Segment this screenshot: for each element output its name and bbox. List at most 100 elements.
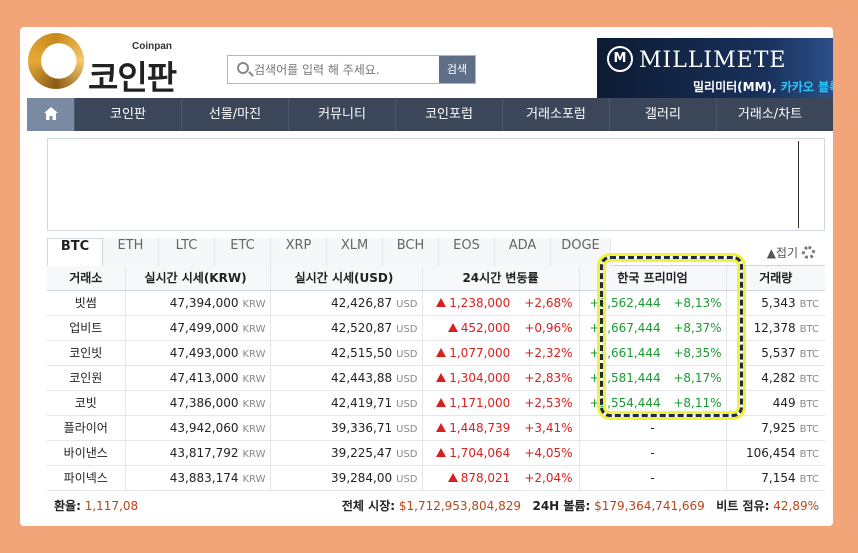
change-cell: 1,171,000 +2,53%: [421, 390, 579, 416]
tab-eth[interactable]: ETH: [103, 238, 159, 266]
unit-krw: KRW: [242, 373, 266, 385]
ad-banner[interactable]: M MILLIMETE 밀리미터(MM), 카카오 블록: [597, 38, 833, 98]
change-percent: +2,53%: [524, 395, 573, 410]
dom-value: 42,89%: [773, 499, 819, 513]
table-row[interactable]: 바이낸스 43,817,792 KRW 39,225,47 USD 1,704,064 +4…: [47, 440, 825, 466]
change-value: 1,171,000: [449, 395, 511, 410]
price-krw: 47,493,000 KRW: [124, 340, 270, 366]
exchange-name[interactable]: 업비트: [47, 315, 125, 341]
change-value: 1,704,064: [449, 445, 511, 460]
price-usd-value: 42,419,71: [331, 395, 393, 410]
unit-usd: USD: [396, 373, 418, 385]
price-usd: 42,443,88 USD: [269, 365, 422, 391]
volume-value: 5,537: [761, 345, 796, 360]
volume-cell: 7,154 BTC: [725, 465, 825, 491]
change-amount: 1,448,739: [429, 421, 525, 435]
change-cell: 1,238,000 +2,68%: [421, 290, 579, 316]
fx-label: 환율:: [54, 499, 81, 513]
price-usd-value: 42,443,88: [331, 370, 393, 385]
price-usd-value: 42,426,87: [331, 295, 393, 310]
price-krw-value: 43,883,174: [169, 470, 239, 485]
change-percent: +0,96%: [524, 320, 573, 335]
vol-label: 24H 볼륨:: [532, 499, 591, 513]
nav-item-exchange-forum[interactable]: 거래소포럼: [502, 98, 609, 131]
premium-cell: -: [578, 440, 726, 466]
price-usd: 42,520,87 USD: [269, 315, 422, 341]
unit-btc: BTC: [799, 373, 819, 385]
search-box: 검색: [227, 55, 476, 84]
unit-krw: KRW: [242, 298, 266, 310]
nav-item-community[interactable]: 커뮤니티: [288, 98, 395, 131]
tab-xrp[interactable]: XRP: [271, 238, 327, 266]
exchange-name[interactable]: 코빗: [47, 390, 125, 416]
unit-usd: USD: [396, 473, 418, 485]
fx-value: 1,117,08: [84, 499, 139, 513]
exchange-name[interactable]: 코인빗: [47, 340, 125, 366]
price-usd-value: 42,520,87: [331, 320, 393, 335]
price-krw: 43,817,792 KRW: [124, 440, 270, 466]
price-usd: 42,426,87 USD: [269, 290, 422, 316]
premium-highlight: [600, 256, 743, 417]
tab-xlm[interactable]: XLM: [327, 238, 383, 266]
tab-bch[interactable]: BCH: [383, 238, 439, 266]
exchange-name[interactable]: 파이넥스: [47, 465, 125, 491]
millimeter-logo-icon: M: [607, 46, 633, 72]
unit-krw: KRW: [242, 348, 266, 360]
tab-ltc[interactable]: LTC: [159, 238, 215, 266]
change-cell: 1,704,064 +4,05%: [421, 440, 579, 466]
unit-usd: USD: [396, 423, 418, 435]
change-percent: +3,41%: [524, 420, 573, 435]
change-amount: 1,238,000: [429, 296, 525, 310]
price-usd: 42,515,50 USD: [269, 340, 422, 366]
price-usd-value: 39,284,00: [331, 470, 393, 485]
unit-krw: KRW: [242, 473, 266, 485]
vol-value: $179,364,741,669: [594, 499, 705, 513]
ad-placeholder: [47, 138, 825, 231]
volume-value: 106,454: [746, 445, 796, 460]
site-logo[interactable]: Coinpan 코인판: [28, 33, 208, 97]
table-row[interactable]: 파이넥스 43,883,174 KRW 39,284,00 USD 878,021 +2,0…: [47, 465, 825, 491]
change-cell: 452,000 +0,96%: [421, 315, 579, 341]
gear-icon[interactable]: [802, 246, 815, 259]
nav-home-button[interactable]: [27, 98, 74, 131]
up-triangle-icon: [436, 397, 447, 407]
nav-item-futures[interactable]: 선물/마진: [181, 98, 288, 131]
volume-value: 4,282: [761, 370, 796, 385]
table-row[interactable]: 플라이어 43,942,060 KRW 39,336,71 USD 1,448,739 +3…: [47, 415, 825, 441]
tab-btc[interactable]: BTC: [47, 238, 103, 266]
price-krw-value: 43,942,060: [169, 420, 239, 435]
search-button[interactable]: 검색: [439, 56, 475, 83]
unit-btc: BTC: [799, 448, 819, 460]
price-krw: 47,499,000 KRW: [124, 315, 270, 341]
change-amount: 878,021: [429, 471, 525, 485]
price-usd-value: 42,515,50: [331, 345, 393, 360]
change-amount: 1,171,000: [429, 396, 525, 410]
change-cell: 878,021 +2,04%: [421, 465, 579, 491]
up-triangle-icon: [436, 447, 447, 457]
price-krw-value: 47,499,000: [169, 320, 239, 335]
search-input[interactable]: [254, 56, 442, 83]
price-usd: 39,336,71 USD: [269, 415, 422, 441]
nav-item-gallery[interactable]: 갤러리: [609, 98, 716, 131]
tab-ada[interactable]: ADA: [495, 238, 551, 266]
logo-coin-icon: [28, 33, 84, 89]
tab-etc[interactable]: ETC: [215, 238, 271, 266]
price-usd-value: 39,336,71: [331, 420, 393, 435]
change-amount: 1,077,000: [429, 346, 525, 360]
price-krw-value: 47,413,000: [169, 370, 239, 385]
exchange-name[interactable]: 바이낸스: [47, 440, 125, 466]
exchange-name[interactable]: 플라이어: [47, 415, 125, 441]
market-stats: 전체 시장: $1,712,953,804,829 24H 볼륨: $179,3…: [342, 497, 819, 514]
nav-item-exchange-chart[interactable]: 거래소/차트: [716, 98, 823, 131]
unit-btc: BTC: [799, 348, 819, 360]
exchange-name[interactable]: 코인원: [47, 365, 125, 391]
price-usd: 39,225,47 USD: [269, 440, 422, 466]
volume-cell: 106,454 BTC: [725, 440, 825, 466]
banner-sub-highlight: 카카오 블록: [780, 80, 833, 94]
exchange-name[interactable]: 빗썸: [47, 290, 125, 316]
nav-item-coin-forum[interactable]: 코인포럼: [395, 98, 502, 131]
tab-eos[interactable]: EOS: [439, 238, 495, 266]
nav-item-coinpan[interactable]: 코인판: [74, 98, 181, 131]
unit-btc: BTC: [799, 398, 819, 410]
fold-toggle[interactable]: ▲접기: [767, 244, 815, 261]
